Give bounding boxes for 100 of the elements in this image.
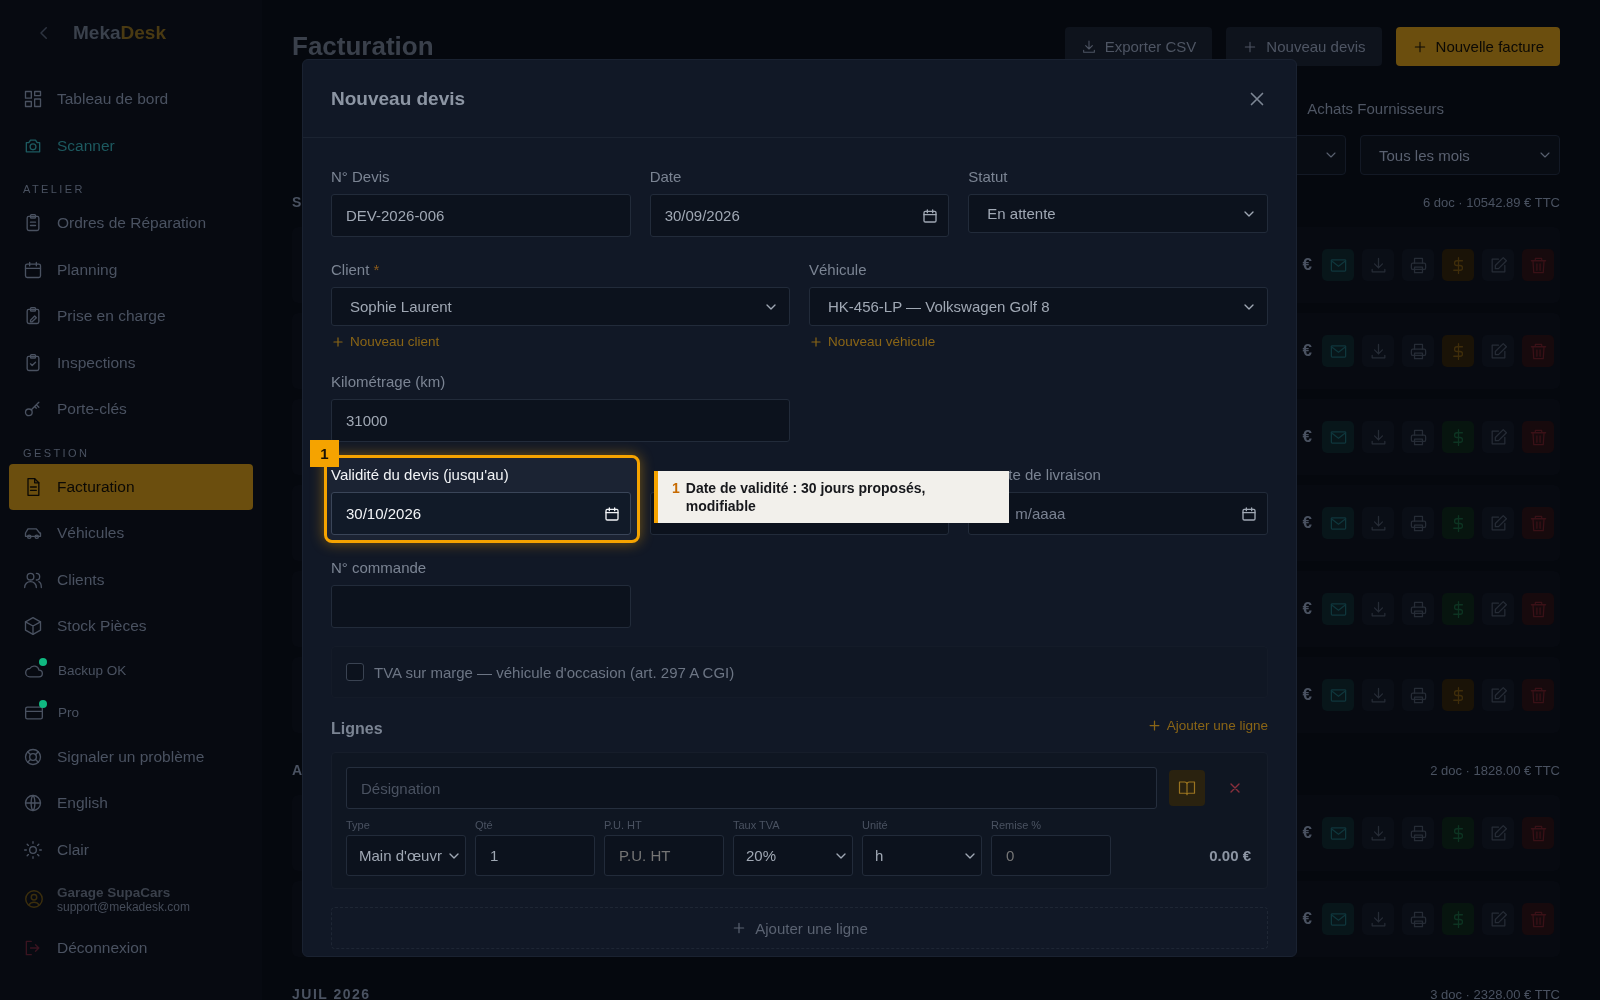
dollar-button[interactable] [1442, 507, 1474, 539]
dollar-button[interactable] [1442, 335, 1474, 367]
dollar-button[interactable] [1442, 421, 1474, 453]
edit-button[interactable] [1482, 507, 1514, 539]
sidebar-item[interactable]: Clients [9, 556, 253, 603]
sidebar-item[interactable]: Facturation [9, 463, 253, 510]
mail-button[interactable] [1322, 903, 1354, 935]
new-invoice-button[interactable]: Nouvelle facture [1395, 27, 1560, 66]
edit-button[interactable] [1482, 679, 1514, 711]
printer-button[interactable] [1402, 507, 1434, 539]
download-button[interactable] [1362, 593, 1394, 625]
select-field[interactable]: HK-456-LP — Volkswagen Golf 8 [809, 287, 1268, 326]
sidebar-item[interactable]: Véhicules [9, 510, 253, 557]
dollar-button[interactable] [1442, 593, 1474, 625]
printer-button[interactable] [1402, 249, 1434, 281]
date-field[interactable]: 30/10/2026 [331, 492, 631, 535]
edit-button[interactable] [1482, 249, 1514, 281]
checkbox[interactable] [346, 663, 364, 681]
printer-icon [1408, 599, 1428, 619]
sidebar-item[interactable]: Porte-clés [9, 386, 253, 433]
new-quote-button[interactable]: Nouveau devis [1226, 27, 1382, 66]
dollar-button[interactable] [1442, 679, 1474, 711]
printer-button[interactable] [1402, 679, 1434, 711]
trash-button[interactable] [1522, 593, 1554, 625]
mail-button[interactable] [1322, 679, 1354, 711]
printer-button[interactable] [1402, 335, 1434, 367]
download-button[interactable] [1362, 817, 1394, 849]
trash-icon [1528, 513, 1548, 533]
download-button[interactable] [1362, 507, 1394, 539]
download-icon [1080, 38, 1097, 55]
sidebar-item[interactable]: Stock Pièces [9, 603, 253, 650]
add-line-link[interactable]: Ajouter une ligne [1146, 718, 1268, 733]
sidebar-item[interactable]: Inspections [9, 339, 253, 386]
text-field[interactable]: P.U. HT [604, 835, 724, 876]
edit-button[interactable] [1482, 903, 1514, 935]
select-field[interactable]: Main d'œuvr [346, 835, 466, 876]
dollar-button[interactable] [1442, 817, 1474, 849]
printer-button[interactable] [1402, 817, 1434, 849]
sidebar-item[interactable]: Prise en charge [9, 293, 253, 340]
dollar-button[interactable] [1442, 903, 1474, 935]
text-field[interactable]: 31000 [331, 399, 790, 442]
mail-button[interactable] [1322, 249, 1354, 281]
mail-button[interactable] [1322, 817, 1354, 849]
select-field[interactable]: h [862, 835, 982, 876]
field-label: te de livraison [1007, 466, 1101, 484]
mail-button[interactable] [1322, 593, 1354, 625]
field-label: Validité du devis (jusqu'au) [331, 466, 509, 484]
sidebar-item[interactable]: Clair [9, 826, 253, 873]
select-field[interactable]: En attente [968, 194, 1268, 233]
calendar-icon [1241, 505, 1257, 522]
filter-select[interactable]: Tous les mois [1360, 135, 1560, 175]
printer-button[interactable] [1402, 421, 1434, 453]
tab[interactable]: Achats Fournisseurs [1307, 100, 1444, 117]
trash-button[interactable] [1522, 421, 1554, 453]
add-link[interactable]: Nouveau véhicule [809, 334, 936, 349]
trash-button[interactable] [1522, 507, 1554, 539]
edit-button[interactable] [1482, 593, 1514, 625]
text-field[interactable]: 1 [475, 835, 595, 876]
trash-button[interactable] [1522, 249, 1554, 281]
edit-button[interactable] [1482, 335, 1514, 367]
trash-button[interactable] [1522, 903, 1554, 935]
trash-button[interactable] [1522, 335, 1554, 367]
edit-button[interactable] [1482, 421, 1514, 453]
text-field[interactable]: 0 [991, 835, 1111, 876]
add-line-button[interactable]: Ajouter une ligne [331, 907, 1268, 949]
download-button[interactable] [1362, 903, 1394, 935]
date-field[interactable]: 30/09/2026 [649, 194, 950, 237]
sidebar-item[interactable]: Signaler un problème [9, 733, 253, 780]
designation-field[interactable]: Désignation [346, 767, 1157, 809]
account-name: Garage SupaCars [57, 884, 172, 900]
sidebar-item[interactable]: Ordres de Réparation [9, 200, 253, 247]
download-button[interactable] [1362, 249, 1394, 281]
trash-button[interactable] [1522, 817, 1554, 849]
mail-button[interactable] [1322, 421, 1354, 453]
select-field[interactable]: 20% [733, 835, 853, 876]
text-field[interactable]: DEV-2026-006 [331, 194, 631, 237]
mail-button[interactable] [1322, 335, 1354, 367]
dollar-button[interactable] [1442, 249, 1474, 281]
date-field[interactable]: m/aaaa [968, 492, 1268, 535]
printer-button[interactable] [1402, 903, 1434, 935]
download-button[interactable] [1362, 679, 1394, 711]
sidebar-item[interactable]: Planning [9, 246, 253, 293]
sidebar-item[interactable]: English [9, 780, 253, 827]
sidebar-item[interactable]: Tableau de bord [9, 76, 253, 123]
select-field[interactable]: Sophie Laurent [331, 287, 790, 326]
tooltip-text: Date de validité : 30 jours proposés, modifiable [685, 479, 927, 515]
catalog-button[interactable] [1169, 770, 1205, 806]
mail-button[interactable] [1322, 507, 1354, 539]
edit-button[interactable] [1482, 817, 1514, 849]
group-summary: 2 doc · 1828.00 € TTC [1430, 762, 1560, 778]
trash-button[interactable] [1522, 679, 1554, 711]
globe-icon [23, 793, 43, 814]
trash-icon [1528, 685, 1548, 705]
add-link[interactable]: Nouveau client [331, 334, 440, 349]
logout-link[interactable]: Déconnexion [9, 925, 253, 972]
download-button[interactable] [1362, 421, 1394, 453]
sidebar-item[interactable]: Scanner [9, 122, 253, 169]
download-button[interactable] [1362, 335, 1394, 367]
text-field[interactable] [331, 585, 631, 628]
printer-button[interactable] [1402, 593, 1434, 625]
